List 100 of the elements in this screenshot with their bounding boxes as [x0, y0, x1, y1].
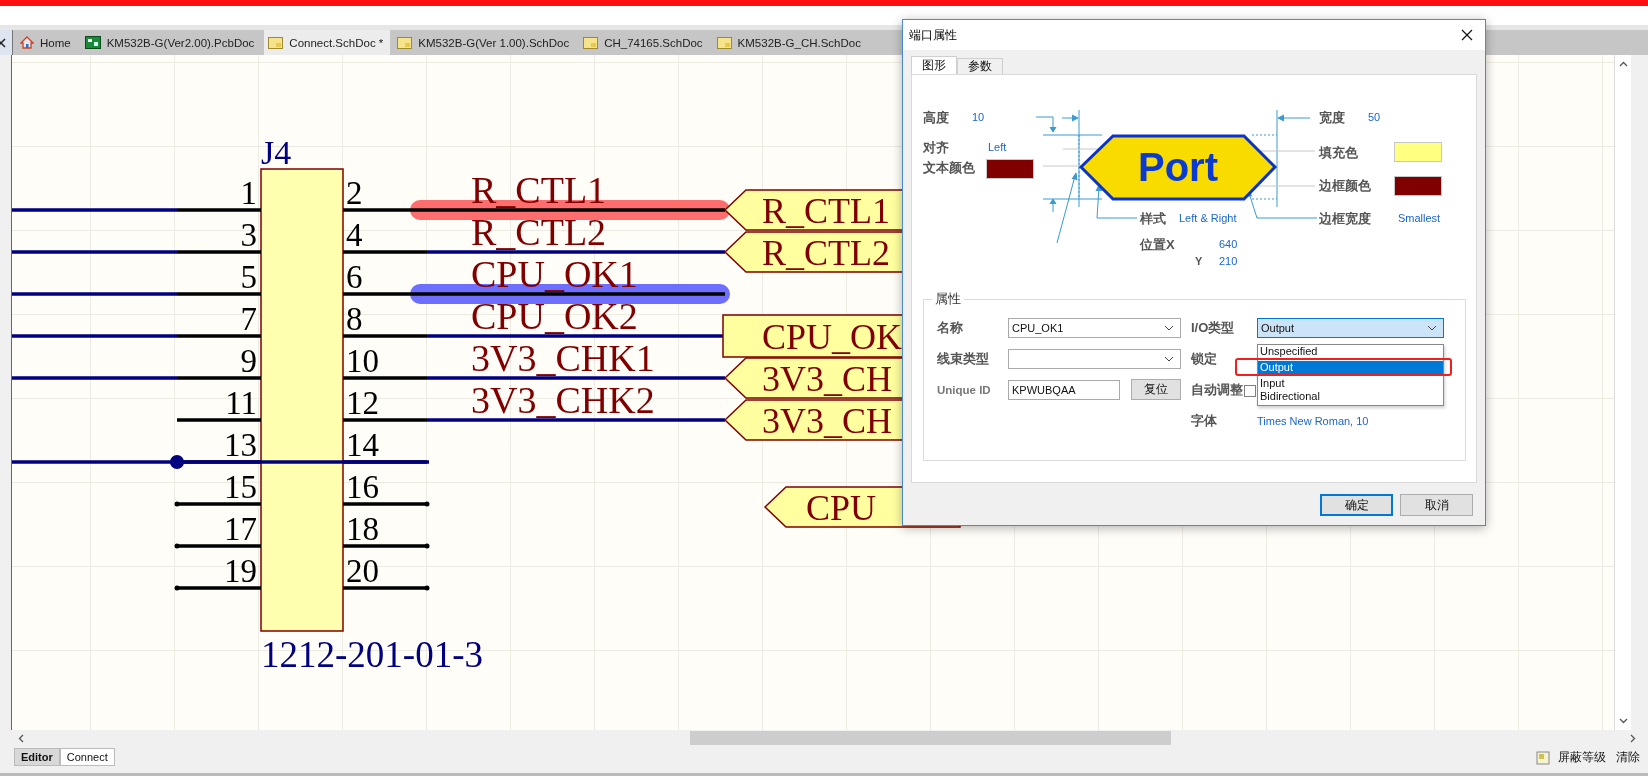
chevron-down-icon — [1164, 324, 1174, 331]
position-x-value[interactable]: 640 — [1219, 238, 1238, 250]
vertical-scrollbar[interactable] — [1614, 55, 1631, 730]
width-value[interactable]: 50 — [1368, 111, 1381, 123]
border-width-label: 边框宽度 — [1319, 210, 1371, 228]
style-value[interactable]: Left & Right — [1179, 212, 1237, 224]
part-number: 1212-201-01-3 — [261, 634, 483, 675]
scroll-up-icon[interactable] — [1618, 61, 1628, 67]
dialog-tab[interactable]: 图形 — [911, 56, 957, 74]
align-value[interactable]: Left — [988, 141, 1007, 153]
house-icon — [20, 36, 34, 49]
dropdown-option[interactable]: Input — [1258, 376, 1443, 390]
border-color-swatch[interactable] — [1394, 176, 1442, 196]
text-color-swatch[interactable] — [986, 159, 1034, 179]
document-tab[interactable]: Connect.SchDoc * — [264, 30, 391, 55]
port-preview-text: Port — [1138, 145, 1218, 189]
width-label: 宽度 — [1319, 109, 1345, 127]
scroll-down-icon[interactable] — [1618, 718, 1628, 724]
chevron-down-icon — [1164, 355, 1174, 362]
document-icon — [716, 36, 732, 49]
document-icon — [268, 36, 284, 49]
panel-icon[interactable] — [1536, 750, 1550, 765]
dropdown-option[interactable]: Unspecified — [1258, 344, 1443, 358]
document-tab[interactable]: KM532B-G(Ver 1.00).SchDoc — [393, 30, 577, 55]
dialog-button[interactable]: 确定 — [1320, 494, 1393, 516]
height-value[interactable]: 10 — [972, 111, 985, 123]
dialog-button[interactable]: 取消 — [1400, 494, 1473, 516]
editor-tab[interactable]: Connect — [59, 748, 115, 766]
pin-number: 4 — [346, 217, 363, 253]
wire[interactable] — [12, 208, 177, 212]
name-label: 名称 — [937, 318, 963, 337]
wire[interactable] — [427, 334, 725, 338]
document-tab[interactable]: KM532B-G(Ver2.00).PcbDoc — [80, 30, 262, 55]
font-value[interactable]: Times New Roman, 10 — [1257, 414, 1444, 427]
dialog-title: 端口属性 — [909, 26, 957, 44]
net-label: CPU_OK2 — [471, 295, 638, 337]
dropdown-option[interactable]: Output — [1258, 360, 1443, 374]
pin-number: 7 — [240, 301, 257, 337]
autosize-checkbox[interactable] — [1244, 384, 1256, 397]
pin-number: 15 — [224, 469, 257, 505]
pin-number: 10 — [346, 343, 379, 379]
pin-end-dot — [424, 543, 430, 549]
wire[interactable] — [12, 376, 177, 380]
name-dropdown[interactable]: CPU_OK1 — [1008, 317, 1181, 338]
wire[interactable] — [12, 292, 177, 296]
style-label: 样式 — [1140, 210, 1166, 228]
wire[interactable] — [427, 250, 725, 254]
wire[interactable] — [427, 418, 725, 422]
pin-number: 20 — [346, 553, 379, 589]
align-label: 对齐 — [923, 139, 949, 157]
pin-number: 11 — [225, 385, 257, 421]
net-label: 3V3_CHK1 — [471, 337, 655, 379]
text-color-label: 文本颜色 — [923, 159, 975, 177]
circuit-board-icon — [84, 36, 101, 49]
scroll-left-icon[interactable] — [18, 733, 24, 743]
unique-id-field[interactable]: KPWUBQAA — [1008, 379, 1120, 400]
wire[interactable] — [12, 334, 177, 338]
document-tab[interactable]: KM532B-G_CH.SchDoc — [712, 30, 868, 55]
group-title: 属性 — [934, 290, 962, 308]
dialog-tab[interactable]: 参数 — [957, 58, 1003, 74]
document-icon — [583, 36, 599, 49]
close-icon[interactable] — [0, 37, 6, 48]
position-y-value[interactable]: 210 — [1219, 255, 1238, 267]
font-label: 字体 — [1191, 411, 1217, 430]
pin-end-dot — [174, 543, 180, 549]
document-tab[interactable]: CH_74165.SchDoc — [579, 30, 710, 55]
harness-type-dropdown[interactable] — [1008, 348, 1181, 369]
scrollbar-thumb[interactable] — [690, 731, 1171, 745]
reset-button[interactable]: 复位 — [1131, 379, 1181, 400]
pin-end-dot — [174, 585, 180, 591]
io-type-label: I/O类型 — [1191, 318, 1235, 337]
position-x-label: 位置X — [1140, 236, 1175, 254]
pin-end-dot — [424, 585, 430, 591]
dropdown-option[interactable]: Bidirectional — [1258, 389, 1443, 403]
pin-number: 18 — [346, 511, 379, 547]
pin-number: 3 — [240, 217, 257, 253]
scroll-right-icon[interactable] — [1630, 733, 1636, 743]
wire[interactable] — [427, 376, 725, 380]
document-tab[interactable]: Home — [16, 30, 78, 55]
close-icon[interactable] — [1461, 29, 1473, 41]
wire[interactable] — [12, 250, 177, 254]
pin-number: 9 — [240, 343, 257, 379]
fill-color-label: 填充色 — [1319, 144, 1358, 162]
pin-number: 13 — [224, 427, 257, 463]
document-icon — [397, 36, 413, 49]
fill-color-swatch[interactable] — [1394, 142, 1442, 162]
pin-number: 12 — [346, 385, 379, 421]
pin-number: 16 — [346, 469, 379, 505]
autosize-label: 自动调整 — [1191, 380, 1243, 399]
editor-tab[interactable]: Editor — [14, 748, 60, 766]
pin-number: 1 — [240, 175, 257, 211]
position-y-label: Y — [1195, 255, 1203, 267]
pin-number: 6 — [346, 259, 363, 295]
pin-number: 8 — [346, 301, 363, 337]
pin-number: 19 — [224, 553, 257, 589]
net-label: 3V3_CHK2 — [471, 379, 655, 421]
io-type-dropdown[interactable]: Output — [1257, 317, 1444, 338]
junction-dot — [170, 455, 184, 469]
border-width-value[interactable]: Smallest — [1398, 212, 1441, 224]
chevron-down-icon — [1427, 324, 1437, 331]
